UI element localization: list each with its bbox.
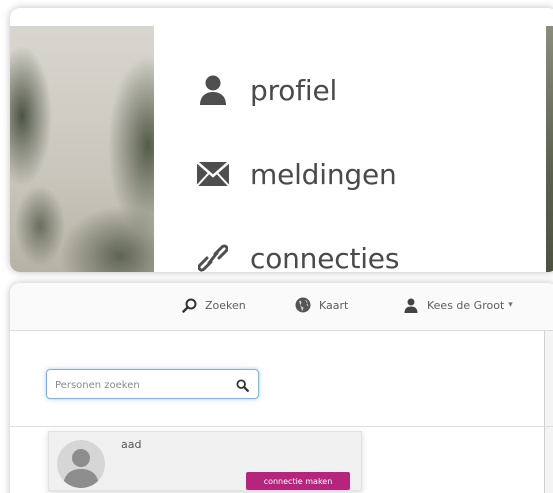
nav-user-label: Kees de Groot (427, 298, 505, 312)
profile-menu: profiel meldingen connecties (196, 48, 516, 272)
search-icon (181, 297, 197, 313)
user-icon (403, 297, 419, 313)
profile-menu-card: profiel meldingen connecties (10, 8, 553, 272)
background-photo-left (10, 26, 154, 272)
connect-button[interactable]: connectie maken (246, 472, 350, 490)
people-search-box[interactable] (46, 369, 259, 399)
envelope-icon (196, 157, 230, 191)
people-search-card: Zoeken Kaart Kees de Groot ▾ Personen zo… (10, 283, 553, 493)
menu-item-label: connecties (250, 241, 400, 273)
link-icon (196, 241, 230, 272)
nav-kaart-label: Kaart (319, 298, 349, 312)
background-photo-right (546, 26, 553, 272)
nav-kaart[interactable]: Kaart (295, 297, 348, 313)
nav-zoeken[interactable]: Zoeken (181, 297, 246, 313)
menu-item-label: meldingen (250, 157, 397, 191)
chevron-down-icon: ▾ (508, 300, 513, 310)
globe-icon (295, 297, 311, 313)
menu-item-profiel[interactable]: profiel (196, 48, 516, 132)
menu-item-label: profiel (250, 73, 338, 107)
search-icon[interactable] (236, 377, 250, 392)
top-navbar: Zoeken Kaart Kees de Groot ▾ (10, 283, 553, 331)
nav-user-menu[interactable]: Kees de Groot ▾ (403, 297, 513, 313)
people-search-input[interactable] (55, 376, 225, 394)
result-name: aad (121, 438, 142, 451)
avatar (57, 440, 105, 488)
divider (10, 426, 553, 427)
user-icon (63, 449, 99, 488)
search-result-row[interactable]: aad connectie maken (48, 431, 362, 491)
menu-item-meldingen[interactable]: meldingen (196, 132, 516, 216)
nav-zoeken-label: Zoeken (205, 298, 246, 312)
menu-item-connecties[interactable]: connecties (196, 216, 516, 272)
side-panel-edge (544, 331, 553, 493)
user-icon (196, 73, 230, 107)
